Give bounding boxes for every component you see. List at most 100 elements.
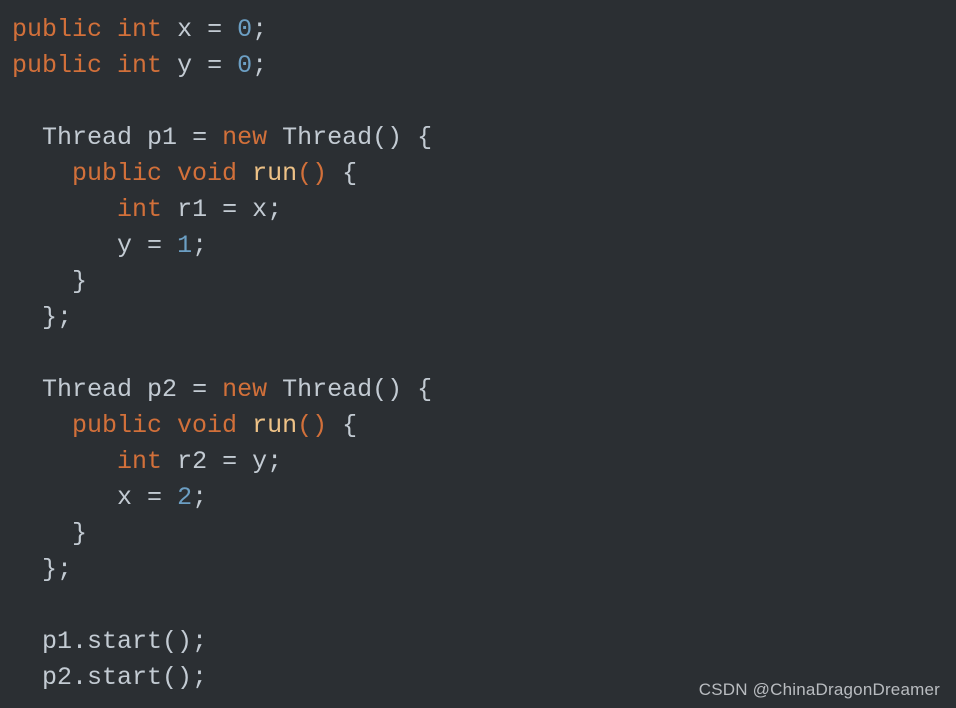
code-token-plain: =	[177, 123, 223, 152]
code-line: y = 1;	[0, 228, 956, 264]
code-token-plain: =	[207, 447, 253, 476]
code-token-number: 0	[237, 15, 253, 44]
code-token-paren: ()	[297, 159, 328, 188]
code-line: public void run() {	[0, 408, 956, 444]
code-token-keyword: void	[177, 159, 238, 188]
code-token-keyword: void	[177, 411, 238, 440]
code-token-plain: x	[177, 15, 193, 44]
code-token-plain: p1	[147, 123, 178, 152]
code-token-plain: p2.start();	[42, 663, 208, 692]
code-token-plain: r2	[177, 447, 208, 476]
code-token-plain: y	[252, 447, 268, 476]
code-token-punct: {	[417, 375, 433, 404]
code-token-punct: }	[72, 519, 88, 548]
code-line: int r2 = y;	[0, 444, 956, 480]
code-token-punct: };	[42, 303, 73, 332]
code-line: };	[0, 552, 956, 588]
code-token-plain: =	[132, 231, 178, 260]
code-token-keyword: public	[72, 159, 163, 188]
code-token-punct: {	[417, 123, 433, 152]
code-line: int r1 = x;	[0, 192, 956, 228]
code-token-plain: x	[252, 195, 268, 224]
code-token-paren: ()	[297, 411, 328, 440]
code-line: public int x = 0;	[0, 12, 956, 48]
code-token-punct: ;	[192, 483, 208, 512]
code-token-keyword: new	[222, 375, 268, 404]
code-token-plain: =	[192, 51, 238, 80]
code-token-keyword: public	[12, 51, 103, 80]
code-token-keyword: int	[117, 195, 163, 224]
code-token-plain: y	[117, 231, 133, 260]
code-token-method: run	[252, 159, 298, 188]
code-token-plain: =	[132, 483, 178, 512]
code-token-plain: Thread	[42, 123, 133, 152]
code-token-plain: Thread()	[282, 123, 403, 152]
code-token-plain: p2	[147, 375, 178, 404]
code-token-plain: Thread	[42, 375, 133, 404]
code-line: Thread p2 = new Thread() {	[0, 372, 956, 408]
code-token-plain: Thread()	[282, 375, 403, 404]
code-token-punct: ;	[267, 195, 283, 224]
code-line: Thread p1 = new Thread() {	[0, 120, 956, 156]
code-token-number: 0	[237, 51, 253, 80]
code-token-keyword: int	[117, 15, 163, 44]
code-token-plain: =	[192, 15, 238, 44]
code-line: x = 2;	[0, 480, 956, 516]
code-line: p1.start();	[0, 624, 956, 660]
code-token-punct: ;	[267, 447, 283, 476]
code-token-keyword: public	[12, 15, 103, 44]
code-token-punct: {	[342, 411, 358, 440]
code-token-plain: =	[177, 375, 223, 404]
code-token-plain: y	[177, 51, 193, 80]
code-token-plain: p1.start();	[42, 627, 208, 656]
code-token-number: 1	[177, 231, 193, 260]
code-line: };	[0, 300, 956, 336]
code-token-punct: {	[342, 159, 358, 188]
code-token-punct: ;	[252, 51, 268, 80]
code-line: }	[0, 516, 956, 552]
code-token-method: run	[252, 411, 298, 440]
code-token-plain: =	[207, 195, 253, 224]
code-token-punct: };	[42, 555, 73, 584]
code-token-keyword: int	[117, 51, 163, 80]
code-screenshot: public int x = 0; public int y = 0; Threa…	[0, 0, 956, 708]
code-token-plain: x	[117, 483, 133, 512]
code-token-keyword: new	[222, 123, 268, 152]
code-token-punct: ;	[252, 15, 268, 44]
code-token-plain: r1	[177, 195, 208, 224]
code-token-keyword: public	[72, 411, 163, 440]
code-token-punct: }	[72, 267, 88, 296]
